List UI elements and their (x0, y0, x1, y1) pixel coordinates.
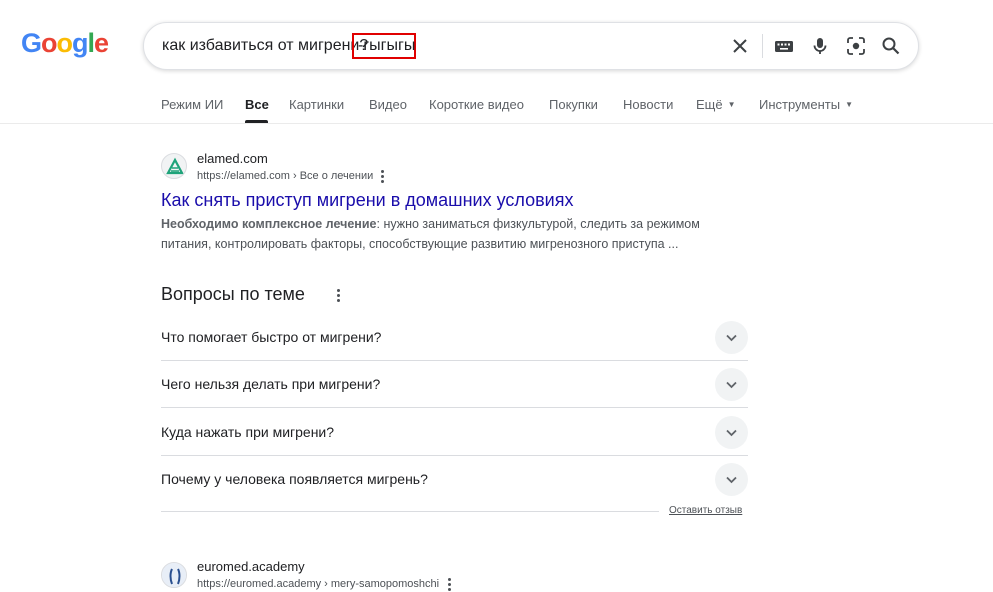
logo-letter: o (41, 28, 57, 58)
google-logo[interactable]: Google (21, 28, 109, 58)
chevron-down-icon (726, 334, 737, 342)
keyboard-icon[interactable] (774, 36, 794, 56)
result-url[interactable]: https://euromed.academy › mery-samopomos… (197, 578, 439, 590)
microphone-icon[interactable] (810, 36, 830, 56)
expand-question-button[interactable] (715, 368, 748, 401)
search-query-highlight[interactable]: -гыгыгы (358, 37, 415, 55)
snippet-bold: Необходимо комплексное лечение (161, 217, 377, 231)
result-site-name[interactable]: elamed.com (197, 151, 268, 166)
tab-images[interactable]: Картинки (289, 97, 344, 112)
question-text: Почему у человека появляется мигрень? (161, 471, 428, 487)
expand-question-button[interactable] (715, 463, 748, 496)
tab-more[interactable]: Ещё ▼ (696, 97, 736, 112)
result-title-link[interactable]: Как снять приступ мигрени в домашних усл… (161, 190, 573, 211)
chevron-down-icon (726, 429, 737, 437)
search-icon[interactable] (881, 36, 901, 56)
question-text: Куда нажать при мигрени? (161, 424, 335, 440)
chevron-down-icon (726, 381, 737, 389)
related-questions-title: Вопросы по теме (161, 284, 305, 304)
tab-tools[interactable]: Инструменты ▼ (759, 97, 853, 112)
logo-letter: g (72, 28, 88, 58)
expand-question-button[interactable] (715, 416, 748, 449)
question-row[interactable]: Куда нажать при мигрени? (161, 409, 748, 456)
chevron-down-icon: ▼ (727, 100, 736, 109)
tab-ai-mode[interactable]: Режим ИИ (161, 97, 223, 112)
result-url[interactable]: https://elamed.com › Все о лечении (197, 170, 373, 182)
logo-letter: G (21, 28, 42, 58)
tab-news[interactable]: Новости (623, 97, 673, 112)
result-snippet: Необходимо комплексное лечение: нужно за… (161, 214, 721, 254)
feedback-divider (161, 511, 659, 512)
search-divider (762, 34, 763, 58)
tab-more-label: Ещё (696, 97, 723, 112)
chevron-down-icon: ▼ (845, 100, 853, 109)
chevron-down-icon (726, 476, 737, 484)
tab-video[interactable]: Видео (369, 97, 407, 112)
logo-letter: e (94, 28, 109, 58)
row-divider (161, 407, 748, 408)
question-text: Чего нельзя делать при мигрени? (161, 376, 381, 392)
more-options-icon[interactable] (337, 289, 341, 303)
lens-icon[interactable] (846, 36, 866, 56)
tabs-divider (0, 123, 993, 124)
question-row[interactable]: Чего нельзя делать при мигрени? (161, 361, 748, 408)
question-text: Что помогает быстро от мигрени? (161, 329, 382, 345)
site-favicon[interactable] (161, 562, 187, 588)
tab-short-video[interactable]: Короткие видео (429, 97, 524, 112)
search-box[interactable]: как избавиться от мигрени? -гыгыгы (143, 22, 919, 70)
result-site-name[interactable]: euromed.academy (197, 559, 305, 574)
question-row[interactable]: Почему у человека появляется мигрень? (161, 456, 748, 503)
tab-tools-label: Инструменты (759, 97, 841, 112)
tab-shopping[interactable]: Покупки (549, 97, 598, 112)
more-options-icon[interactable] (381, 170, 385, 184)
more-options-icon[interactable] (448, 578, 452, 592)
feedback-link[interactable]: Оставить отзыв (669, 505, 742, 516)
site-favicon[interactable] (161, 153, 187, 179)
search-query-text[interactable]: как избавиться от мигрени? (162, 37, 368, 55)
close-icon[interactable] (730, 36, 750, 56)
logo-letter: o (56, 28, 73, 58)
expand-question-button[interactable] (715, 321, 748, 354)
tab-all[interactable]: Все (245, 97, 269, 112)
question-row[interactable]: Что помогает быстро от мигрени? (161, 314, 748, 361)
